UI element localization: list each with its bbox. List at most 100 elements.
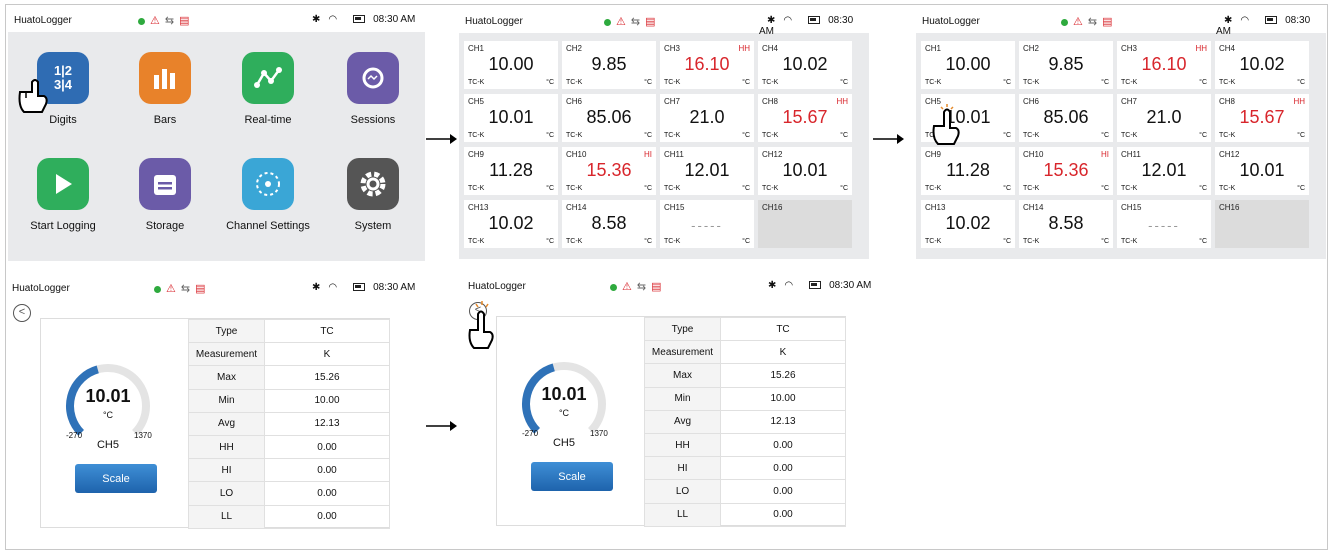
unit-label: °C (1101, 132, 1109, 139)
unit-label: °C (1199, 238, 1207, 245)
app-system[interactable]: System (323, 158, 423, 232)
channel-card[interactable]: CH12 10.01 TC-K °C (1215, 147, 1309, 195)
channel-grid-screen: HuatoLogger ⚠ ⇆ ▤ ✱ ◠ 08:30 AM CH1 10.00 TC-… (459, 9, 869, 259)
sensor-type: TC-K (664, 79, 681, 86)
channel-card[interactable]: CH1 10.00 TC-K °C (464, 41, 558, 89)
play-icon[interactable] (37, 158, 89, 210)
channel-card[interactable]: CH8 HH 15.67 TC-K °C (758, 94, 852, 142)
chart-icon[interactable] (242, 52, 294, 104)
alarm-icon: ⚠ (150, 15, 160, 27)
clock: 08:30 AM (373, 282, 416, 293)
alarm-flag: HH (738, 44, 750, 53)
alarm-flag: HH (1195, 44, 1207, 53)
bluetooth-icon: ✱ (767, 15, 776, 26)
channel-card[interactable]: CH13 10.02 TC-K °C (464, 200, 558, 248)
unit-label: °C (1003, 79, 1011, 86)
channel-card[interactable]: CH6 85.06 TC-K °C (1019, 94, 1113, 142)
info-value: 0.00 (264, 481, 390, 506)
channel-card[interactable]: CH10 HI 15.36 TC-K °C (1019, 147, 1113, 195)
channel-value: 21.0 (689, 107, 725, 127)
info-value: 12.13 (720, 409, 846, 434)
info-row: Measurement K (188, 342, 390, 367)
gear-icon[interactable] (347, 158, 399, 210)
info-row: Measurement K (644, 340, 846, 365)
channel-card[interactable]: CH4 10.02 TC-K °C (1215, 41, 1309, 89)
info-row: Type TC (644, 316, 846, 342)
channel-card[interactable]: CH16 (1215, 200, 1309, 248)
info-key: HH (188, 434, 265, 460)
channel-card[interactable]: CH11 12.01 TC-K °C (660, 147, 754, 195)
record-dot-icon (604, 18, 611, 26)
channel-card[interactable]: CH5 10.01 TC-K °C (464, 94, 558, 142)
scale-button[interactable]: Scale (75, 464, 157, 493)
search-icon[interactable] (347, 52, 399, 104)
app-label: System (354, 220, 392, 232)
app-bars[interactable]: Bars (115, 52, 215, 126)
channel-value: 10.01 (1239, 160, 1285, 180)
channel-card[interactable]: CH10 HI 15.36 TC-K °C (562, 147, 656, 195)
channel-card[interactable]: CH3 HH 16.10 TC-K °C (1117, 41, 1211, 89)
channel-value: 85.06 (586, 107, 632, 127)
info-key: Min (644, 386, 721, 411)
info-value: 15.26 (264, 365, 390, 390)
info-key: HI (644, 456, 721, 481)
info-row: HI 0.00 (644, 456, 846, 481)
unit-label: °C (1003, 132, 1011, 139)
sensor-type: TC-K (1121, 132, 1138, 139)
unit-label: °C (546, 185, 554, 192)
scale-button[interactable]: Scale (531, 462, 613, 491)
channel-card[interactable]: CH15 ----- TC-K °C (1117, 200, 1211, 248)
battery-icon (345, 282, 366, 293)
channel-card[interactable]: CH11 12.01 TC-K °C (1117, 147, 1211, 195)
channel-card[interactable]: CH2 9.85 TC-K °C (562, 41, 656, 89)
unit-label: °C (644, 185, 652, 192)
info-key: LO (188, 481, 265, 506)
channel-label: CH3 (1121, 44, 1138, 53)
app-start-logging[interactable]: Start Logging (13, 158, 113, 232)
channel-label: CH16 (762, 203, 783, 212)
unit-label: °C (742, 185, 750, 192)
sensor-type: TC-K (468, 185, 485, 192)
channel-card[interactable]: CH15 ----- TC-K °C (660, 200, 754, 248)
channel-label: CH8 (1219, 97, 1236, 106)
channel-card[interactable]: CH7 21.0 TC-K °C (660, 94, 754, 142)
channel-card[interactable]: CH16 (758, 200, 852, 248)
channel-card[interactable]: CH3 HH 16.10 TC-K °C (660, 41, 754, 89)
channel-label: CH1 (925, 44, 942, 53)
channel-card[interactable]: CH6 85.06 TC-K °C (562, 94, 656, 142)
gauge-value: 10.01 (85, 386, 131, 406)
channel-card[interactable]: CH9 11.28 TC-K °C (464, 147, 558, 195)
app-sessions[interactable]: Sessions (323, 52, 423, 126)
channel-card[interactable]: CH8 HH 15.67 TC-K °C (1215, 94, 1309, 142)
app-channel-settings[interactable]: Channel Settings (218, 158, 318, 232)
channel-card[interactable]: CH12 10.01 TC-K °C (758, 147, 852, 195)
wifi-icon: ◠ (328, 14, 338, 25)
sensor-type: TC-K (1023, 185, 1040, 192)
info-value: TC (264, 318, 390, 344)
channel-card[interactable]: CH14 8.58 TC-K °C (562, 200, 656, 248)
channel-detail-screen-back: HuatoLogger ⚠ ⇆ ▤ ✱ ◠ 08:30 AM < 10.01 °C -270… (464, 274, 888, 530)
channel-card[interactable]: CH9 11.28 TC-K °C (921, 147, 1015, 195)
channel-card[interactable]: CH13 10.02 TC-K °C (921, 200, 1015, 248)
storage-icon[interactable] (139, 158, 191, 210)
arrow-2-icon (873, 134, 904, 144)
app-label: Digits (49, 114, 77, 126)
sensor-type: TC-K (664, 132, 681, 139)
info-row: LL 0.00 (644, 502, 846, 527)
sd-card-icon: ▤ (645, 16, 656, 28)
channel-card[interactable]: CH2 9.85 TC-K °C (1019, 41, 1113, 89)
app-storage[interactable]: Storage (115, 158, 215, 232)
channel-value: 10.01 (782, 160, 828, 180)
channel-value: 10.00 (945, 54, 991, 74)
app-real-time[interactable]: Real-time (218, 52, 318, 126)
channel-card[interactable]: CH4 10.02 TC-K °C (758, 41, 852, 89)
channel-label: CH7 (664, 97, 681, 106)
channel-value: 8.58 (591, 213, 627, 233)
bars-icon[interactable] (139, 52, 191, 104)
channel-card[interactable]: CH7 21.0 TC-K °C (1117, 94, 1211, 142)
channel-card[interactable]: CH14 8.58 TC-K °C (1019, 200, 1113, 248)
channel-card[interactable]: CH1 10.00 TC-K °C (921, 41, 1015, 89)
sensor-type: TC-K (925, 79, 942, 86)
battery-icon (345, 14, 366, 25)
network-icon[interactable] (242, 158, 294, 210)
